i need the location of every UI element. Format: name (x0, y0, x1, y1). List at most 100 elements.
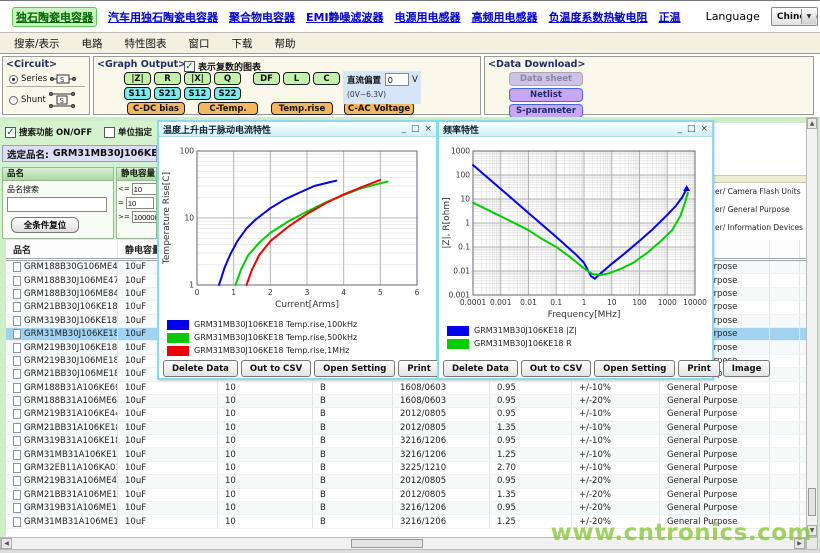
nav-link-正温[interactable]: 正温 (659, 9, 681, 25)
graph-button-DF[interactable]: DF (253, 72, 280, 85)
window-button-delete-data[interactable]: Delete Data (443, 360, 518, 377)
window-button-print[interactable]: Print (678, 360, 719, 377)
circuit-option-shunt[interactable]: Shunt S (9, 91, 75, 109)
language-select[interactable]: Chinese ▼ (771, 7, 818, 26)
document-icon (13, 436, 21, 446)
table-row[interactable]: GRM219B31A106ME4410uF10B2012/08050.95+/-… (6, 475, 806, 488)
graph-button-|Z|[interactable]: |Z| (124, 72, 151, 85)
legend-entry: GRM31MB30J106KE18 Temp.rise,500kHz (167, 331, 436, 344)
svg-text:10: 10 (460, 195, 470, 204)
table-row[interactable]: GRM188B31A106ME6910uF10B1608/06030.95+/-… (6, 395, 806, 408)
chevron-down-icon[interactable]: ▼ (801, 9, 816, 24)
table-row[interactable]: GRM188B31A106KE6910uF10B1608/06030.95+/-… (6, 382, 806, 395)
scroll-left-icon[interactable]: ◀ (1, 538, 12, 549)
maximize-icon[interactable]: □ (687, 125, 696, 134)
nav-link-独石陶瓷电容器[interactable]: 独石陶瓷电容器 (12, 7, 97, 27)
menu-item-窗口[interactable]: 窗口 (189, 36, 210, 51)
table-cell: 3216/1206 (393, 515, 490, 527)
filter-option[interactable]: er/ Information Devices (715, 223, 803, 232)
search-panel: ✓ 搜索功能 ON/OFF 单位指定 选定品名: GRM31MB30J106KE… (0, 121, 157, 240)
series-radio[interactable] (9, 75, 18, 84)
table-cell: +/-20% (572, 502, 660, 514)
nav-link-负温度系数热敏电阻[interactable]: 负温度系数热敏电阻 (549, 9, 648, 25)
graph-button-C[interactable]: C (313, 72, 340, 85)
download-button-S-parameter[interactable]: S-parameter (509, 104, 583, 118)
menu-item-电路[interactable]: 电路 (82, 36, 103, 51)
window-button-delete-data[interactable]: Delete Data (163, 360, 238, 377)
close-icon[interactable]: × (424, 125, 432, 134)
nav-link-聚合物电容器[interactable]: 聚合物电容器 (229, 9, 295, 25)
graph-button-L[interactable]: L (283, 72, 310, 85)
horizontal-scroll-thumb[interactable] (351, 539, 423, 548)
nav-link-EMI静噪滤波器[interactable]: EMI静噪滤波器 (306, 9, 384, 25)
menu-item-帮助[interactable]: 帮助 (275, 36, 296, 51)
table-cell: General Purpose (660, 489, 770, 501)
checkbox-checked-icon[interactable]: ✓ (5, 127, 16, 138)
maximize-icon[interactable]: □ (411, 125, 420, 134)
table-cell: +/-20% (572, 395, 660, 407)
window-button-open-setting[interactable]: Open Setting (314, 360, 395, 377)
scroll-up-icon[interactable]: ▲ (807, 118, 817, 129)
vertical-scrollbar[interactable]: ▲ ▼ (806, 117, 818, 537)
window-button-print[interactable]: Print (398, 360, 439, 377)
document-icon (13, 450, 21, 460)
filter-option[interactable]: er/ Camera Flash Units (715, 187, 801, 196)
graph-button-Temp.rise[interactable]: Temp.rise (271, 102, 333, 115)
menu-item-特性图表[interactable]: 特性图表 (125, 36, 167, 51)
graph-button-C-Temp.[interactable]: C-Temp. (198, 102, 258, 115)
minimize-icon[interactable]: _ (677, 125, 682, 134)
svg-text:|Z|, R[ohm]: |Z|, R[ohm] (442, 197, 452, 248)
graph-button-S12[interactable]: S12 (184, 87, 211, 100)
shunt-radio[interactable] (9, 96, 18, 105)
table-header-品名: 品名 (6, 240, 118, 258)
table-row[interactable]: GRM32EB11A106KA0110uF10B3225/12102.70+/-… (6, 462, 806, 475)
search-toggle-option[interactable]: ✓ 搜索功能 ON/OFF (5, 126, 92, 138)
table-row[interactable]: GRM219B31A106KE4410uF10B2012/08050.95+/-… (6, 408, 806, 421)
vertical-scroll-thumb[interactable] (808, 488, 816, 516)
dc-bias-input[interactable] (385, 73, 409, 86)
menu-item-搜索/表示[interactable]: 搜索/表示 (14, 36, 60, 51)
window-button-open-setting[interactable]: Open Setting (594, 360, 675, 377)
minimize-icon[interactable]: _ (401, 125, 406, 134)
window-titlebar[interactable]: 温度上升由于脉动电流特性_□× (159, 122, 436, 137)
graph-button-R[interactable]: R (154, 72, 181, 85)
checkbox-checked-icon[interactable]: ✓ (184, 61, 195, 72)
reset-all-conditions-button[interactable]: 全条件复位 (11, 217, 79, 233)
table-row[interactable]: GRM319B31A106ME1810uF10B3216/12060.95+/-… (6, 502, 806, 515)
graph-button-S21[interactable]: S21 (154, 87, 181, 100)
part-name-search-input[interactable] (7, 197, 107, 212)
graph-button-S11[interactable]: S11 (124, 87, 151, 100)
unit-specify-option[interactable]: 单位指定 (104, 126, 152, 138)
nav-link-电源用电感器[interactable]: 电源用电感器 (395, 9, 461, 25)
window-titlebar[interactable]: 频率特性_□× (439, 122, 712, 137)
window-button-out-to-csv[interactable]: Out to CSV (521, 360, 591, 377)
circuit-option-series[interactable]: Series S (9, 73, 76, 85)
close-icon[interactable]: × (700, 125, 708, 134)
table-row[interactable]: GRM319B31A106KE1810uF10B3216/12060.95+/-… (6, 435, 806, 448)
menu-item-下载[interactable]: 下载 (232, 36, 253, 51)
filter-option[interactable]: er/ General Purpose (715, 205, 790, 214)
window-buttons: Delete DataOut to CSVOpen SettingPrintIm… (441, 360, 710, 377)
capacitance-value-input[interactable] (132, 211, 157, 223)
table-row[interactable]: GRM31MB31A106KE1810uF10B3216/12061.25+/-… (6, 448, 806, 461)
table-cell: 10uF (118, 435, 218, 447)
graph-button-C-DC bias[interactable]: C-DC bias (127, 102, 185, 115)
checkbox-unchecked-icon[interactable] (104, 127, 115, 138)
nav-link-高频用电感器[interactable]: 高频用电感器 (472, 9, 538, 25)
window-button-image[interactable]: Image (723, 360, 771, 377)
legend-entry: GRM31MB30J106KE18 R (447, 337, 712, 350)
nav-link-汽车用独石陶瓷电容器[interactable]: 汽车用独石陶瓷电容器 (108, 9, 218, 25)
graph-button-S22[interactable]: S22 (214, 87, 241, 100)
table-row[interactable]: GRM21BB31A106KE1810uF10B2012/08051.35+/-… (6, 422, 806, 435)
table-cell: B (313, 475, 393, 487)
table-row[interactable]: GRM21BB31A106ME1810uF10B2012/08051.35+/-… (6, 489, 806, 502)
part-name-text: GRM188B31A106ME69 (24, 396, 118, 406)
table-cell (770, 462, 800, 474)
table-cell: 10uF (118, 515, 218, 527)
window-button-out-to-csv[interactable]: Out to CSV (241, 360, 311, 377)
download-button-Netlist[interactable]: Netlist (509, 88, 583, 102)
capacitance-value-input[interactable] (126, 197, 154, 209)
graph-button-Q[interactable]: Q (214, 72, 241, 85)
capacitance-value-input[interactable] (132, 183, 157, 195)
graph-button-|X|[interactable]: |X| (184, 72, 211, 85)
